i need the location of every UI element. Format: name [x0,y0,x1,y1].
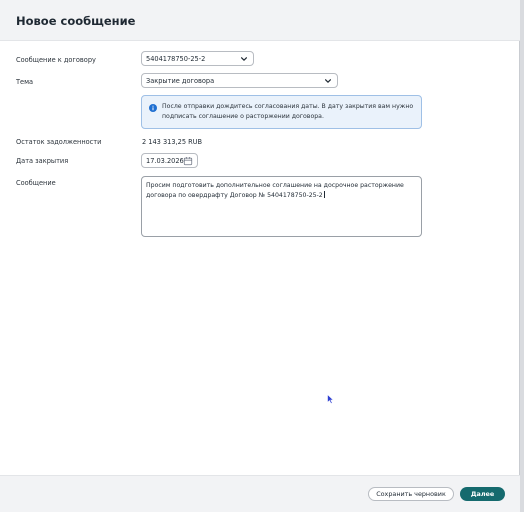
topic-select-value: Закрытие договора [146,77,215,85]
new-message-dialog: Новое сообщение Сообщение к договору 540… [0,0,520,512]
text-caret [323,190,325,198]
debt-label: Остаток задолженности [16,138,102,146]
info-text: После отправки дождитесь согласования да… [162,103,414,120]
message-content: Просим подготовить дополнительное соглаш… [146,182,404,199]
message-textarea[interactable]: Просим подготовить дополнительное соглаш… [141,176,422,237]
calendar-icon[interactable] [183,156,193,166]
contract-label: Сообщение к договору [16,56,96,64]
next-button[interactable]: Далее [460,487,505,501]
chevron-down-icon [325,79,331,83]
close-date-field[interactable]: 17.03.2026 [141,153,198,168]
topic-select[interactable]: Закрытие договора [141,73,338,88]
message-label: Сообщение [16,179,56,187]
close-date-value: 17.03.2026 [146,157,184,165]
close-date-label: Дата закрытия [16,157,69,165]
contract-select[interactable]: 5404178750-25-2 [141,51,254,66]
save-draft-button[interactable]: Сохранить черновик [368,487,454,501]
contract-select-value: 5404178750-25-2 [146,55,206,63]
mouse-cursor-icon [327,394,334,404]
dialog-title: Новое сообщение [16,14,136,28]
info-notice: После отправки дождитесь согласования да… [141,95,422,129]
info-icon [149,104,157,112]
chevron-down-icon [241,57,247,61]
dialog-header: Новое сообщение [0,0,520,41]
debt-value: 2 143 313,25 RUB [142,138,203,146]
message-text: Просим подготовить дополнительное соглаш… [146,181,416,200]
topic-label: Тема [16,78,34,86]
